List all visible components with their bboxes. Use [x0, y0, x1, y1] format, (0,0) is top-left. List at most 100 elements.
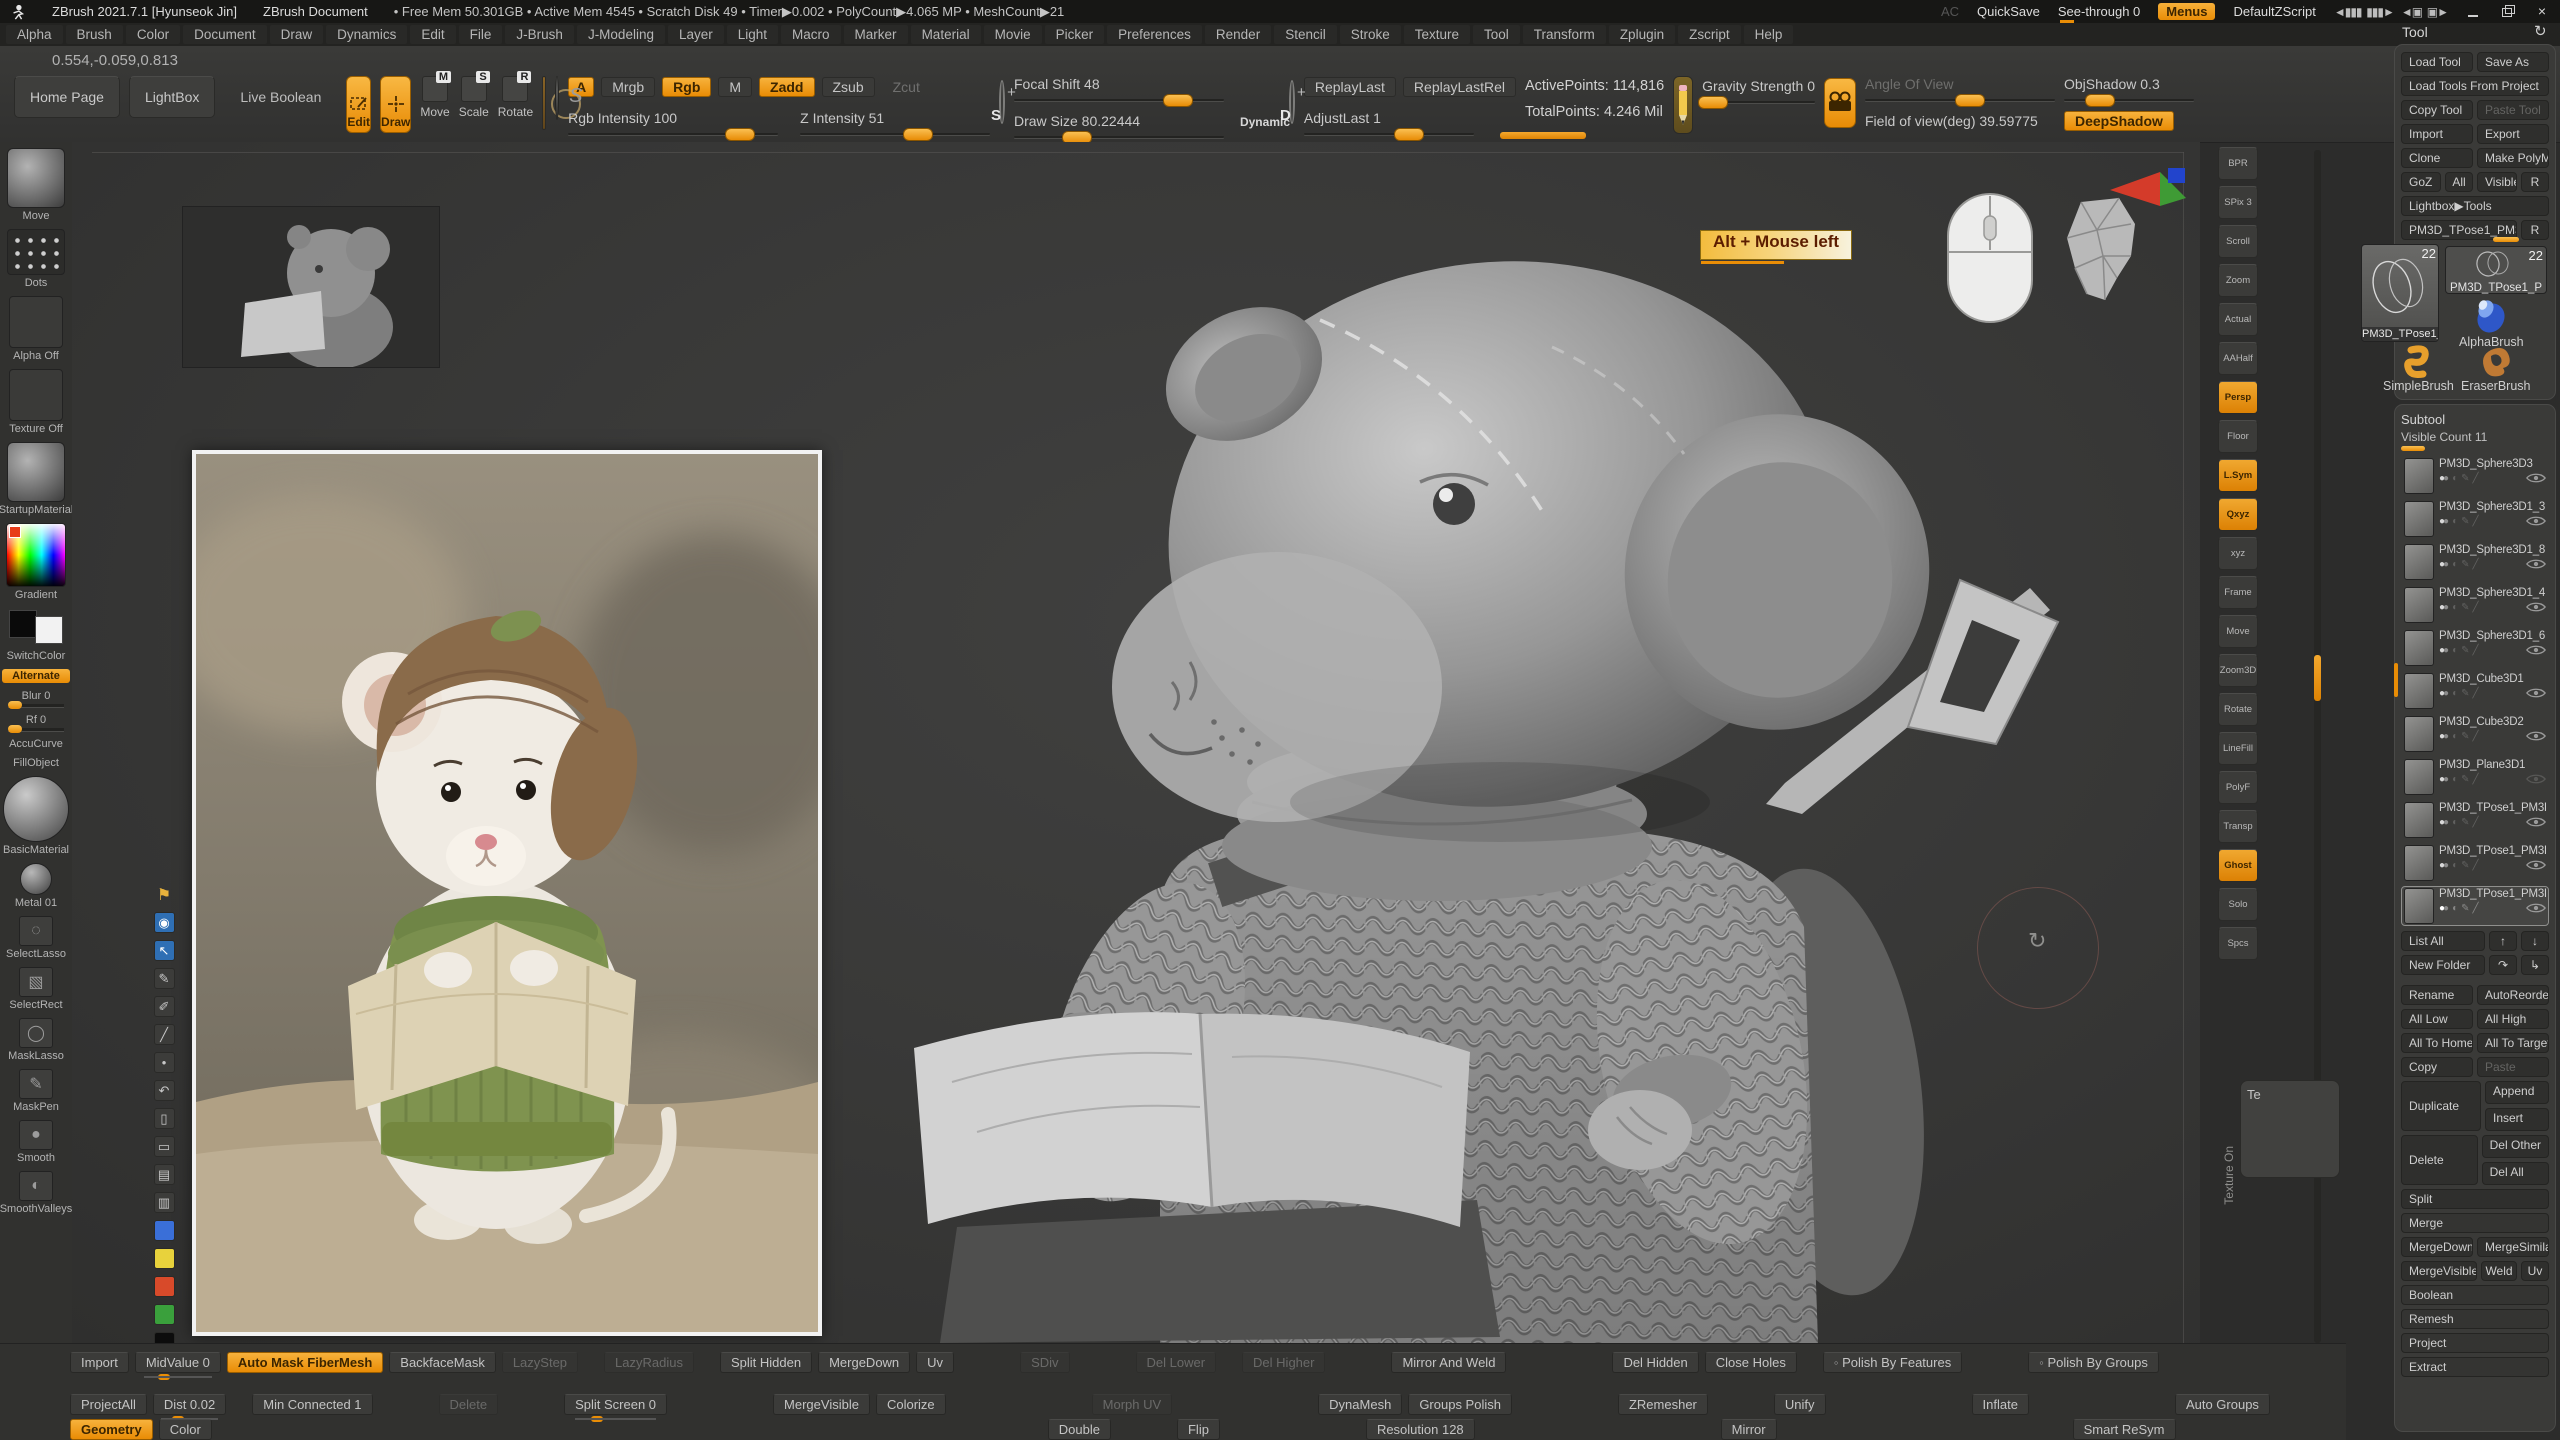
menu-item[interactable]: Picker — [1045, 25, 1105, 44]
bottom-shelf-button[interactable]: Polish By Groups — [2028, 1352, 2159, 1373]
right-shelf-button[interactable]: Floor — [2218, 420, 2258, 453]
quick-strip-icon[interactable]: ◉ — [154, 912, 175, 933]
polypaint2-icon[interactable]: ● — [2443, 602, 2449, 613]
bottom-shelf-button[interactable]: Colorize — [876, 1394, 946, 1415]
uv-icon[interactable]: ◐ — [2452, 903, 2458, 914]
rgb-intensity-slider[interactable]: Rgb Intensity 100 — [568, 110, 778, 135]
subtool-thumbnail[interactable] — [2404, 673, 2434, 709]
sidebar-item[interactable]: Dots — [7, 229, 65, 289]
sidebar-item[interactable]: Rf 0 — [8, 714, 64, 731]
sidebar-item[interactable]: Alternate — [2, 669, 70, 683]
bottom-shelf-button[interactable]: BackfaceMask — [389, 1352, 496, 1373]
goz-r-button[interactable]: R — [2521, 172, 2549, 192]
subtool-row[interactable]: PM3D_Sphere3D3 ●● ◐ ✎ ╱ — [2401, 456, 2549, 496]
edit-subtool-icon[interactable]: ✎ — [2461, 645, 2469, 656]
right-shelf-button[interactable]: Rotate — [2218, 693, 2258, 726]
menu-item[interactable]: J-Modeling — [577, 25, 665, 44]
uv-icon[interactable]: ◐ — [2452, 817, 2458, 828]
quick-strip-icon[interactable]: ✎ — [154, 968, 175, 989]
merge-similar-button[interactable]: MergeSimilar — [2477, 1237, 2549, 1257]
bottom-shelf-button[interactable]: Del Lower — [1136, 1352, 1217, 1373]
zcut-toggle[interactable]: Zcut — [882, 77, 931, 97]
right-shelf-button[interactable]: SPix 3 — [2218, 186, 2258, 219]
lightbox-button[interactable]: LightBox — [129, 76, 215, 118]
bottom-shelf-button[interactable]: Mirror — [1721, 1419, 1777, 1440]
bottom-shelf-button[interactable]: LazyStep — [502, 1352, 578, 1373]
goz-button[interactable]: GoZ — [2401, 172, 2441, 192]
draw-size-slider[interactable]: Draw Size 80.22444 Dynamic — [1014, 113, 1224, 138]
subtool-row[interactable]: PM3D_Sphere3D1_3 ●● ◐ ✎ ╱ — [2401, 499, 2549, 539]
bottom-shelf-button[interactable]: Close Holes — [1705, 1352, 1797, 1373]
all-to-target-button[interactable]: All To Target — [2477, 1033, 2549, 1053]
menu-item[interactable]: Edit — [410, 25, 455, 44]
brush-slash-icon[interactable]: ╱ — [2473, 860, 2479, 871]
goz-all-button[interactable]: All — [2445, 172, 2473, 192]
bottom-shelf-button[interactable]: Mirror And Weld — [1391, 1352, 1506, 1373]
bottom-shelf-button[interactable]: Uv — [916, 1352, 954, 1373]
active-tool-thumbnail[interactable]: 22 PM3D_TPose1_P — [2361, 244, 2439, 342]
edit-subtool-icon[interactable]: ✎ — [2461, 817, 2469, 828]
bottom-shelf-button[interactable]: Auto Groups — [2175, 1394, 2270, 1415]
quick-strip-icon[interactable] — [154, 1248, 175, 1269]
visibility-eye-icon[interactable] — [2526, 472, 2546, 484]
right-shelf-button[interactable]: Persp — [2218, 381, 2258, 414]
brush-slash-icon[interactable]: ╱ — [2473, 602, 2479, 613]
menu-item[interactable]: Tool — [1473, 25, 1520, 44]
bottom-shelf-button[interactable]: Del Hidden — [1612, 1352, 1698, 1373]
axis-orientation-gizmo[interactable] — [2108, 168, 2186, 212]
right-shelf-button[interactable]: Solo — [2218, 888, 2258, 921]
edit-subtool-icon[interactable]: ✎ — [2461, 559, 2469, 570]
move-mode-button[interactable]: MMove — [420, 76, 449, 119]
new-folder-button[interactable]: New Folder — [2401, 955, 2485, 975]
minimize-button[interactable] — [2466, 5, 2482, 18]
canvas-scrollbar-thumb[interactable] — [2314, 655, 2321, 701]
sidebar-item[interactable]: ◯ MaskLasso — [8, 1018, 64, 1062]
mrgb-toggle[interactable]: Mrgb — [601, 77, 655, 97]
all-to-home-button[interactable]: All To Home — [2401, 1033, 2473, 1053]
bottom-shelf-button[interactable]: Dist 0.02 — [153, 1394, 226, 1415]
shelf-scroll-indicator[interactable] — [1500, 132, 1586, 139]
menu-item[interactable]: Stroke — [1340, 25, 1401, 44]
menu-item[interactable]: Help — [1744, 25, 1794, 44]
paste-tool-button[interactable]: Paste Tool — [2477, 100, 2549, 120]
uv-icon[interactable]: ◐ — [2452, 774, 2458, 785]
polypaint2-icon[interactable]: ● — [2443, 645, 2449, 656]
edit-subtool-icon[interactable]: ✎ — [2461, 731, 2469, 742]
right-shelf-button[interactable]: Scroll — [2218, 225, 2258, 258]
polypaint2-icon[interactable]: ● — [2443, 731, 2449, 742]
move-up-button[interactable]: ↑ — [2489, 931, 2517, 951]
duplicate-button[interactable]: Duplicate — [2401, 1081, 2481, 1131]
sidebar-item[interactable]: BasicMaterial — [3, 776, 69, 856]
sidebar-item[interactable]: ● Smooth — [17, 1120, 55, 1164]
simple-brush-item[interactable]: SimpleBrush — [2383, 344, 2454, 393]
sidebar-item[interactable]: AccuCurve — [9, 738, 63, 750]
subtool-thumbnail[interactable] — [2404, 845, 2434, 881]
right-shelf-button[interactable]: BPR — [2218, 147, 2258, 180]
visibility-eye-icon[interactable] — [2526, 644, 2546, 656]
quick-strip-icon[interactable] — [154, 1220, 175, 1241]
list-all-button[interactable]: List All — [2401, 931, 2485, 951]
current-brush-thumbnail[interactable] — [542, 76, 546, 130]
home-page-button[interactable]: Home Page — [14, 76, 120, 118]
visibility-eye-icon[interactable] — [2526, 515, 2546, 527]
subtool-row[interactable]: PM3D_TPose1_PM3D_Sphere3 ●● ◐ ✎ ╱ — [2401, 800, 2549, 840]
m-toggle[interactable]: M — [718, 77, 752, 97]
clone-button[interactable]: Clone — [2401, 148, 2473, 168]
subtool-row[interactable]: PM3D_Cube3D1 ●● ◐ ✎ ╱ — [2401, 671, 2549, 711]
subtool-header[interactable]: Subtool — [2401, 412, 2549, 427]
bottom-shelf-button[interactable]: Split Screen 0 — [564, 1394, 667, 1415]
default-zscript-button[interactable]: DefaultZScript — [2233, 4, 2315, 19]
subtool-row[interactable]: PM3D_Plane3D1 ●● ◐ ✎ ╱ — [2401, 757, 2549, 797]
bottom-shelf-button[interactable]: Min Connected 1 — [252, 1394, 372, 1415]
weld-button[interactable]: Weld — [2481, 1261, 2517, 1281]
subtool-row[interactable]: PM3D_Sphere3D1_4 ●● ◐ ✎ ╱ — [2401, 585, 2549, 625]
menu-item[interactable]: Zscript — [1678, 25, 1741, 44]
edit-subtool-icon[interactable]: ✎ — [2461, 602, 2469, 613]
menu-item[interactable]: Layer — [668, 25, 724, 44]
brush-slash-icon[interactable]: ╱ — [2473, 903, 2479, 914]
project-section[interactable]: Project — [2401, 1333, 2549, 1353]
bottom-shelf-button[interactable]: Del Higher — [1242, 1352, 1325, 1373]
sidebar-item-thumbnail[interactable]: ◯ — [19, 1018, 53, 1048]
quick-strip-icon[interactable]: ↖ — [154, 940, 175, 961]
subtool-row[interactable]: PM3D_TPose1_PM3D_Sphere3 ●● ◐ ✎ ╱ — [2401, 886, 2549, 926]
